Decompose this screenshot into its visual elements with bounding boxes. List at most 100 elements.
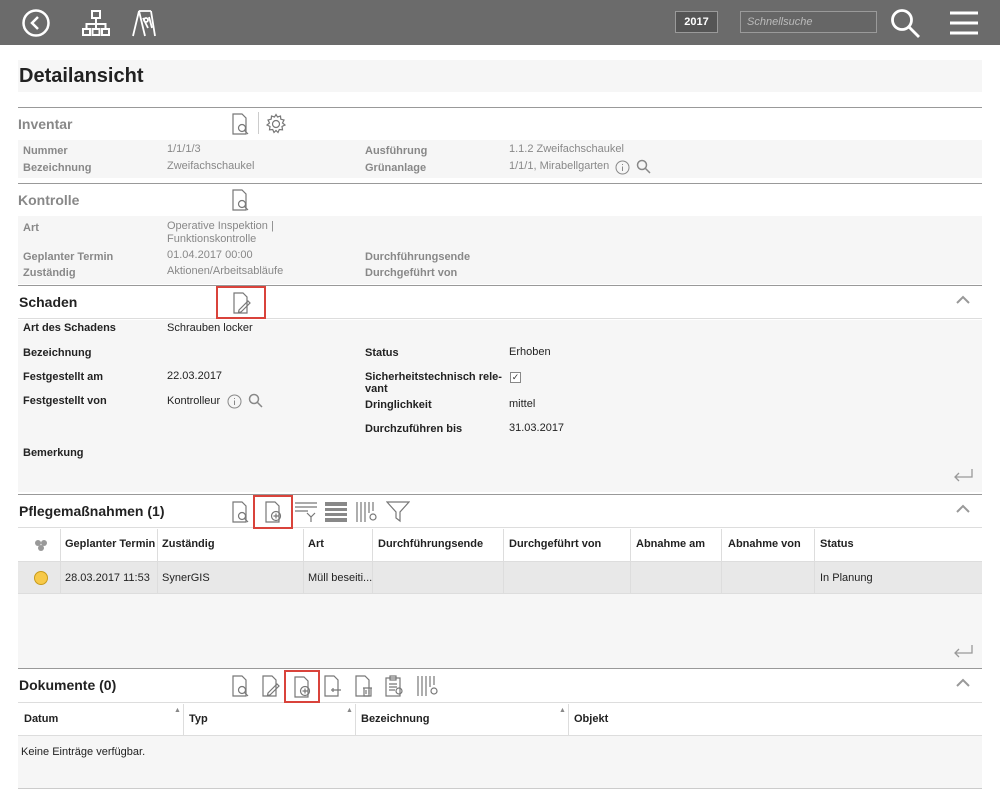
- kontrolle-details: Art Operative Inspektion | Funktionskont…: [18, 216, 982, 284]
- inventar-header: Inventar: [18, 107, 982, 139]
- inventar-title: Inventar: [18, 116, 73, 132]
- edit-document-icon[interactable]: [216, 286, 266, 319]
- festgestellt-von-value: Kontrolleur: [167, 395, 221, 407]
- ausfuehrung-value: 1.1.2 Zweifachschaukel: [509, 143, 624, 155]
- search-icon[interactable]: [247, 392, 263, 408]
- col-abnahme-am[interactable]: Abnahme am: [636, 538, 705, 550]
- dokumente-table: Datum ▲ Typ ▲ Bezeichnung ▲ Objekt Keine…: [18, 704, 982, 789]
- collapse-chevron-icon[interactable]: [956, 675, 970, 691]
- funnel-filter-icon[interactable]: [385, 500, 411, 524]
- festgestellt-am-label: Festgestellt am: [23, 371, 104, 383]
- col-status[interactable]: Status: [820, 538, 854, 550]
- gruenanlage-label: Grünanlage: [365, 162, 427, 174]
- info-icon[interactable]: [614, 159, 630, 175]
- kontrolle-header: Kontrolle: [18, 183, 982, 215]
- status-dot: [34, 571, 48, 585]
- col-geplanter-termin[interactable]: Geplanter Termin: [65, 538, 155, 550]
- bezeichnung-value: Zweifachschaukel: [167, 160, 255, 172]
- art-des-schadens-label: Art des Schadens: [23, 322, 116, 334]
- zustaendig-label: Zuständig: [23, 267, 76, 279]
- row-status: In Planung: [820, 572, 873, 584]
- schaden-header: Schaden: [18, 285, 982, 319]
- col-durchfuehrungsende[interactable]: Durchführungsende: [378, 538, 483, 550]
- sicherheit-label-line1: Sicherheitstechnisch rele-: [365, 371, 502, 383]
- kontrolle-title: Kontrolle: [18, 192, 80, 208]
- sicherheit-label-line2: vant: [365, 383, 388, 395]
- art-value-line2: Funktionskontrolle: [167, 233, 257, 245]
- playground-icon[interactable]: [128, 7, 158, 39]
- status-legend-icon[interactable]: [33, 537, 49, 553]
- hierarchy-icon[interactable]: [80, 7, 112, 39]
- inventar-details: Nummer 1/1/1/3 Bezeichnung Zweifachschau…: [18, 140, 982, 178]
- menu-icon[interactable]: [948, 7, 980, 39]
- gear-icon[interactable]: [264, 112, 288, 136]
- search-icon[interactable]: [635, 158, 651, 174]
- sort-arrow-icon[interactable]: ▲: [346, 707, 353, 714]
- col-objekt[interactable]: Objekt: [574, 713, 608, 725]
- add-document-icon[interactable]: [253, 495, 293, 529]
- quick-search-input[interactable]: [740, 11, 877, 33]
- sort-arrow-icon[interactable]: ▲: [174, 707, 181, 714]
- pflege-title: Pflegemaßnahmen (1): [19, 503, 165, 519]
- bis-label: Durchzuführen bis: [365, 423, 463, 435]
- termin-label: Geplanter Termin: [23, 251, 114, 263]
- return-icon[interactable]: [952, 643, 974, 664]
- nummer-label: Nummer: [23, 145, 68, 157]
- return-icon[interactable]: [952, 467, 974, 488]
- back-icon[interactable]: [20, 7, 52, 39]
- bemerkung-label: Bemerkung: [23, 447, 84, 459]
- filter-list-icon[interactable]: [293, 500, 319, 524]
- durchfuehrungsende-label: Durchführungsende: [365, 251, 471, 263]
- sort-arrow-icon[interactable]: ▲: [559, 707, 566, 714]
- festgestellt-am-value: 22.03.2017: [167, 370, 223, 382]
- year-selector[interactable]: 2017: [675, 11, 718, 33]
- gruenanlage-value: 1/1/1, Mirabellgarten: [509, 160, 610, 172]
- dokumente-header: Dokumente (0): [18, 668, 982, 703]
- add-document-icon[interactable]: [284, 670, 320, 703]
- bis-value: 31.03.2017: [509, 422, 565, 434]
- dringlichkeit-label: Dringlichkeit: [365, 399, 432, 411]
- col-abnahme-von[interactable]: Abnahme von: [728, 538, 801, 550]
- row-art: Müll beseiti...: [308, 572, 373, 584]
- clipboard-icon[interactable]: [382, 674, 406, 698]
- delete-document-icon[interactable]: [351, 674, 375, 698]
- col-art[interactable]: Art: [308, 538, 324, 550]
- view-document-icon[interactable]: [228, 188, 252, 212]
- bezeichnung-label: Bezeichnung: [23, 347, 92, 359]
- durchgefuehrt-label: Durchgeführt von: [365, 267, 458, 279]
- col-durchgefuehrt-von[interactable]: Durchgeführt von: [509, 538, 601, 550]
- table-view-icon[interactable]: [323, 500, 349, 524]
- pflege-table: Geplanter Termin Zuständig Art Durchführ…: [18, 529, 982, 668]
- view-document-icon[interactable]: [228, 112, 252, 136]
- col-zustaendig[interactable]: Zuständig: [162, 538, 215, 550]
- collapse-chevron-icon[interactable]: [956, 292, 970, 308]
- termin-value: 01.04.2017 00:00: [167, 249, 253, 261]
- sicherheit-checkbox[interactable]: ✓: [510, 372, 521, 383]
- schaden-details: Art des Schadens Schrauben locker Bezeic…: [18, 320, 982, 492]
- col-bezeichnung[interactable]: Bezeichnung: [361, 713, 429, 725]
- empty-message: Keine Einträge verfügbar.: [21, 746, 146, 758]
- table-header-row: Geplanter Termin Zuständig Art Durchführ…: [18, 529, 982, 562]
- column-settings-icon[interactable]: [354, 500, 380, 524]
- view-document-icon[interactable]: [228, 500, 252, 524]
- column-settings-icon[interactable]: [415, 674, 441, 698]
- info-icon[interactable]: [226, 393, 242, 409]
- art-label: Art: [23, 222, 39, 234]
- col-datum[interactable]: Datum: [24, 713, 58, 725]
- view-document-icon[interactable]: [228, 674, 252, 698]
- bezeichnung-label: Bezeichnung: [23, 162, 92, 174]
- edit-document-icon[interactable]: [258, 674, 282, 698]
- collapse-chevron-icon[interactable]: [956, 501, 970, 517]
- top-bar: 2017: [0, 0, 1000, 45]
- search-icon[interactable]: [888, 7, 922, 39]
- ausfuehrung-label: Ausführung: [365, 145, 428, 157]
- link-document-icon[interactable]: [320, 674, 344, 698]
- dringlichkeit-value: mittel: [509, 398, 536, 410]
- nummer-value: 1/1/1/3: [167, 143, 201, 155]
- festgestellt-von-label: Festgestellt von: [23, 395, 107, 407]
- dokumente-title: Dokumente (0): [19, 677, 117, 693]
- status-label: Status: [365, 347, 399, 359]
- col-typ[interactable]: Typ: [189, 713, 208, 725]
- schaden-title: Schaden: [19, 294, 78, 310]
- table-row[interactable]: 28.03.2017 11:53 SynerGIS Müll beseiti..…: [18, 562, 982, 594]
